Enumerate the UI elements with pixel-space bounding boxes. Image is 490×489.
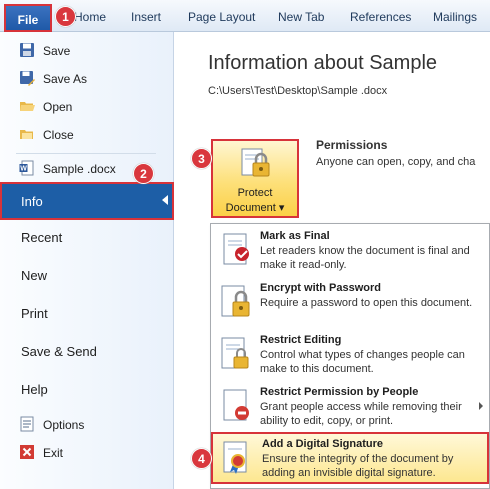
menu-item-description: Let readers know the document is final a… bbox=[260, 245, 470, 271]
tab-mailings[interactable]: Mailings bbox=[433, 10, 477, 24]
step-badge-1: 1 bbox=[55, 6, 76, 27]
nav-help-label: Help bbox=[21, 382, 48, 397]
permissions-description: Anyone can open, copy, and cha bbox=[316, 156, 476, 168]
submenu-arrow-icon bbox=[479, 402, 483, 410]
nav-save[interactable]: Save bbox=[0, 38, 174, 64]
menu-item-restrict-permission[interactable]: Restrict Permission by People Grant peop… bbox=[211, 382, 489, 434]
menu-item-restrict-editing[interactable]: Restrict Editing Control what types of c… bbox=[211, 330, 489, 382]
menu-item-title: Restrict Permission by People bbox=[260, 386, 419, 398]
selected-arrow-icon bbox=[162, 195, 168, 205]
menu-item-mark-as-final[interactable]: Mark as Final Let readers know the docum… bbox=[211, 226, 489, 278]
save-icon bbox=[20, 43, 34, 57]
nav-info-label: Info bbox=[21, 194, 43, 209]
protect-document-button[interactable]: Protect Document ▾ bbox=[211, 139, 299, 218]
nav-open-label: Open bbox=[43, 100, 73, 114]
tab-new-tab[interactable]: New Tab bbox=[278, 10, 324, 24]
nav-save-label: Save bbox=[43, 44, 71, 58]
save-as-icon bbox=[20, 71, 35, 86]
nav-exit[interactable]: Exit bbox=[0, 440, 174, 466]
nav-recent-label: Recent bbox=[21, 230, 63, 245]
mark-final-icon bbox=[223, 233, 249, 265]
nav-new[interactable]: New bbox=[0, 258, 174, 294]
permissions-heading: Permissions bbox=[316, 138, 388, 152]
tab-home[interactable]: Home bbox=[74, 10, 106, 24]
menu-item-encrypt-with-password[interactable]: Encrypt with Password Require a password… bbox=[211, 278, 489, 330]
protect-document-menu: Mark as Final Let readers know the docum… bbox=[210, 223, 490, 489]
menu-item-title: Restrict Editing bbox=[260, 334, 342, 346]
step-badge-2: 2 bbox=[133, 163, 154, 184]
tab-references[interactable]: References bbox=[350, 10, 411, 24]
tab-insert[interactable]: Insert bbox=[131, 10, 161, 24]
file-tab[interactable]: File bbox=[4, 4, 52, 32]
nav-save-send-label: Save & Send bbox=[21, 344, 97, 359]
step-badge-3: 3 bbox=[191, 148, 212, 169]
exit-icon bbox=[20, 445, 34, 459]
menu-item-title: Mark as Final bbox=[260, 230, 330, 242]
nav-save-send[interactable]: Save & Send bbox=[0, 334, 174, 370]
nav-help[interactable]: Help bbox=[0, 372, 174, 408]
protect-label-line1: Protect bbox=[237, 187, 273, 199]
nav-info[interactable]: Info bbox=[0, 182, 174, 220]
menu-item-title: Add a Digital Signature bbox=[262, 438, 384, 450]
menu-item-description: Control what types of changes people can… bbox=[260, 349, 465, 375]
close-document-icon bbox=[20, 130, 33, 139]
nav-save-as[interactable]: Save As bbox=[0, 66, 174, 92]
options-icon bbox=[20, 416, 34, 432]
menu-item-add-digital-signature[interactable]: Add a Digital Signature Ensure the integ… bbox=[211, 432, 489, 484]
protect-label-line2: Document ▾ bbox=[225, 202, 285, 214]
restrict-editing-icon bbox=[221, 337, 249, 369]
nav-options-label: Options bbox=[43, 418, 85, 432]
nav-new-label: New bbox=[21, 268, 48, 283]
svg-text:W: W bbox=[20, 166, 27, 173]
step-badge-4: 4 bbox=[191, 448, 212, 469]
nav-print[interactable]: Print bbox=[0, 296, 174, 332]
nav-save-as-label: Save As bbox=[43, 72, 88, 86]
menu-item-description: Ensure the integrity of the document by … bbox=[262, 453, 454, 479]
open-folder-icon bbox=[20, 102, 35, 111]
backstage-nav: Save Save As Open Close W Sample .docx I… bbox=[0, 32, 174, 489]
nav-recent-sample-label: Sample .docx bbox=[43, 162, 116, 176]
page-title: Information about Sample bbox=[208, 52, 438, 74]
nav-close[interactable]: Close bbox=[0, 122, 174, 148]
nav-open[interactable]: Open bbox=[0, 94, 174, 120]
encrypt-lock-icon bbox=[221, 285, 250, 317]
nav-options[interactable]: Options bbox=[0, 412, 174, 438]
nav-recent[interactable]: Recent bbox=[0, 220, 174, 256]
menu-item-description: Grant people access while removing their… bbox=[260, 401, 462, 427]
document-path: C:\Users\Test\Desktop\Sample .docx bbox=[208, 85, 388, 97]
nav-separator bbox=[16, 153, 156, 154]
nav-close-label: Close bbox=[43, 128, 74, 142]
nav-print-label: Print bbox=[21, 306, 48, 321]
lock-key-icon bbox=[241, 148, 270, 177]
restrict-permission-icon bbox=[223, 389, 249, 421]
menu-item-description: Require a password to open this document… bbox=[260, 297, 473, 309]
nav-exit-label: Exit bbox=[43, 446, 64, 460]
digital-signature-icon bbox=[223, 441, 247, 474]
menu-item-title: Encrypt with Password bbox=[260, 282, 382, 294]
word-document-icon: W bbox=[19, 160, 34, 176]
tab-page-layout[interactable]: Page Layout bbox=[188, 10, 255, 24]
